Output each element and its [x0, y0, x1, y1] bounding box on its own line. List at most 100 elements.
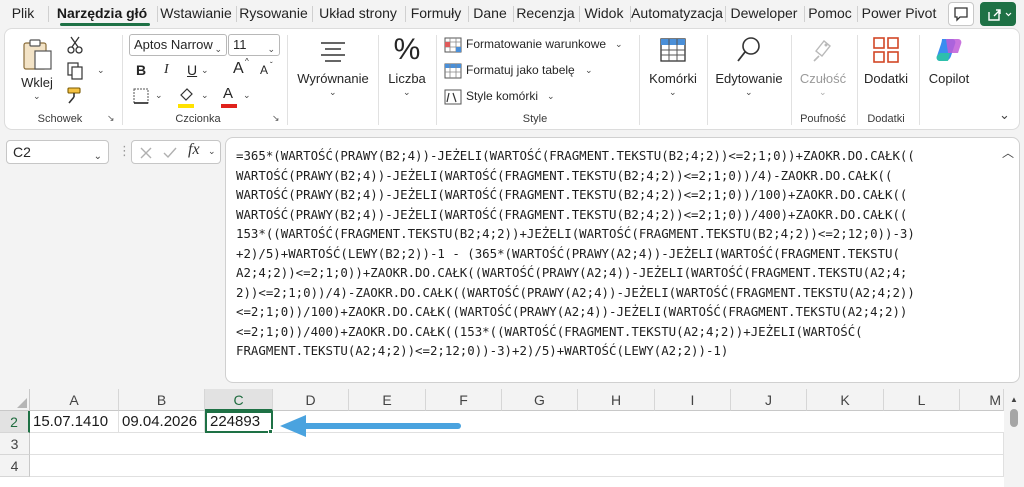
- formula-text[interactable]: =365*(WARTOŚĆ(PRAWY(B2;4))-JEŻELI(WARTOŚ…: [236, 146, 996, 361]
- conditional-formatting-chevron-icon: ⌄: [615, 39, 623, 49]
- insert-function-chevron-icon[interactable]: ⌄: [208, 146, 216, 157]
- row-header-4[interactable]: 4: [0, 455, 30, 477]
- font-color-chevron-icon[interactable]: ⌄: [243, 90, 251, 101]
- column-header-j[interactable]: J: [731, 389, 807, 411]
- column-header-m[interactable]: M: [960, 389, 1004, 411]
- underline-chevron-icon[interactable]: ⌄: [201, 65, 209, 76]
- conditional-formatting-button[interactable]: Formatowanie warunkowe ⌄: [442, 35, 632, 57]
- underline-button[interactable]: U: [187, 62, 197, 78]
- decrease-font-button[interactable]: A: [260, 63, 268, 77]
- comments-button[interactable]: [948, 2, 974, 26]
- name-box[interactable]: C2 ⌄: [6, 140, 109, 164]
- insert-function-button[interactable]: fx: [188, 141, 200, 159]
- empty-row-3[interactable]: [30, 433, 1004, 455]
- tab-page-layout[interactable]: Układ strony: [312, 0, 404, 28]
- row-header-2[interactable]: 2: [0, 411, 30, 433]
- copilot-button[interactable]: Copilot: [923, 35, 975, 109]
- editing-button[interactable]: Edytowanie ⌄: [711, 35, 787, 109]
- tab-home[interactable]: Narzędzia głó: [48, 0, 156, 28]
- cell-styles-button[interactable]: Style komórki ⌄: [442, 87, 572, 109]
- borders-chevron-icon[interactable]: ⌄: [155, 90, 163, 101]
- copy-chevron-icon[interactable]: ⌄: [97, 65, 105, 76]
- row-header-3[interactable]: 3: [0, 433, 30, 455]
- paste-icon: [23, 39, 52, 70]
- sensitivity-label: Czułość: [799, 71, 847, 86]
- number-label: Liczba: [388, 71, 426, 86]
- cell-a2[interactable]: 15.07.1410: [30, 411, 119, 433]
- tab-power-pivot[interactable]: Power Pivot: [857, 0, 941, 28]
- number-button[interactable]: % Liczba ⌄: [382, 33, 432, 109]
- fill-color-bar: [178, 104, 194, 108]
- bold-button[interactable]: B: [136, 62, 146, 78]
- formula-bar[interactable]: =365*(WARTOŚĆ(PRAWY(B2;4))-JEŻELI(WARTOŚ…: [225, 137, 1020, 383]
- enter-check-icon[interactable]: [162, 145, 178, 161]
- format-as-table-label: Formatuj jako tabelę: [466, 63, 575, 77]
- empty-row-4[interactable]: [30, 455, 1004, 477]
- column-header-k[interactable]: K: [807, 389, 884, 411]
- sensitivity-button[interactable]: Czułość ⌄: [795, 35, 851, 109]
- ribbon-tab-bar: Plik Narzędzia głó Wstawianie Rysowanie …: [0, 0, 1024, 28]
- column-header-f[interactable]: F: [426, 389, 502, 411]
- copilot-label: Copilot: [928, 71, 970, 86]
- ribbon-collapse-chevron-icon[interactable]: ⌄: [999, 107, 1010, 123]
- fill-color-chevron-icon[interactable]: ⌄: [201, 90, 209, 101]
- column-header-b[interactable]: B: [119, 389, 205, 411]
- column-header-i[interactable]: I: [655, 389, 731, 411]
- font-name-chevron-icon: ⌄: [214, 44, 222, 54]
- cell-b2[interactable]: 09.04.2026: [119, 411, 205, 433]
- collapse-formula-bar-icon[interactable]: ︿: [1002, 144, 1014, 161]
- cells-button[interactable]: Komórki ⌄: [643, 35, 703, 109]
- fill-color-icon[interactable]: [177, 85, 197, 105]
- search-icon: [737, 37, 760, 62]
- tab-view[interactable]: Widok: [579, 0, 629, 28]
- cell-c2[interactable]: 224893: [205, 411, 273, 433]
- fill-handle[interactable]: [268, 429, 273, 434]
- font-launcher-icon[interactable]: ↘: [272, 113, 280, 124]
- alignment-chevron-icon: ⌄: [329, 87, 337, 97]
- font-size-dropdown[interactable]: 11 ⌄: [228, 34, 280, 56]
- ribbon: Wklej ⌄ ⌄ Schowek ↘ Aptos Narrow ⌄ 11 ⌄ …: [4, 28, 1020, 130]
- percent-icon: %: [393, 33, 421, 66]
- vertical-scrollbar[interactable]: ▲: [1004, 389, 1024, 487]
- cut-icon[interactable]: [65, 35, 85, 55]
- italic-button[interactable]: I: [164, 62, 169, 78]
- formula-line: A2;4;2))<=2;1;0))+ZAOKR.DO.CAŁK((WARTOŚĆ…: [236, 265, 908, 280]
- format-painter-icon[interactable]: [65, 85, 85, 105]
- formula-bar-drag-handle-icon[interactable]: ⋮: [118, 143, 131, 159]
- select-all-corner[interactable]: [0, 389, 30, 411]
- column-header-c[interactable]: C: [205, 389, 273, 411]
- clipboard-launcher-icon[interactable]: ↘: [107, 113, 115, 124]
- addins-button[interactable]: Dodatki: [859, 35, 913, 109]
- copilot-icon: [936, 39, 962, 61]
- column-header-l[interactable]: L: [884, 389, 960, 411]
- paste-button[interactable]: Wklej ⌄: [17, 35, 57, 105]
- alignment-button[interactable]: Wyrównanie ⌄: [293, 35, 373, 109]
- scroll-up-icon[interactable]: ▲: [1010, 395, 1018, 404]
- column-header-g[interactable]: G: [502, 389, 578, 411]
- column-header-d[interactable]: D: [273, 389, 349, 411]
- tab-draw[interactable]: Rysowanie: [236, 0, 311, 28]
- tab-automate[interactable]: Automatyzacja: [630, 0, 724, 28]
- cancel-icon[interactable]: [138, 145, 154, 161]
- increase-font-button[interactable]: A: [233, 60, 244, 78]
- select-all-triangle-icon: [17, 398, 27, 408]
- tab-review[interactable]: Recenzja: [513, 0, 578, 28]
- tab-insert[interactable]: Wstawianie: [157, 0, 235, 28]
- scroll-thumb[interactable]: [1010, 409, 1018, 427]
- format-as-table-button[interactable]: Formatuj jako tabelę ⌄: [442, 61, 612, 83]
- font-color-bar: [221, 104, 237, 108]
- font-name-dropdown[interactable]: Aptos Narrow ⌄: [129, 34, 227, 56]
- tab-file[interactable]: Plik: [0, 0, 46, 28]
- tab-help[interactable]: Pomoc: [804, 0, 856, 28]
- borders-icon[interactable]: [132, 87, 150, 105]
- copy-icon[interactable]: [65, 61, 85, 81]
- share-button[interactable]: [980, 2, 1016, 26]
- font-color-button[interactable]: A: [223, 85, 233, 102]
- tab-formulas[interactable]: Formuły: [405, 0, 467, 28]
- tab-developer[interactable]: Deweloper: [725, 0, 803, 28]
- tab-data[interactable]: Dane: [468, 0, 512, 28]
- column-header-h[interactable]: H: [578, 389, 655, 411]
- column-header-a[interactable]: A: [30, 389, 119, 411]
- sensitivity-group-label: Poufność: [800, 113, 846, 125]
- column-header-e[interactable]: E: [349, 389, 426, 411]
